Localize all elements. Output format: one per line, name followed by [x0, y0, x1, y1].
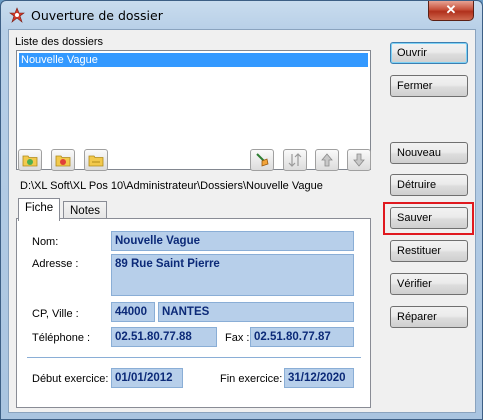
- folder-add-button[interactable]: [18, 149, 42, 171]
- app-icon: [9, 7, 25, 23]
- telephone-field[interactable]: 02.51.80.77.88: [111, 327, 217, 347]
- arrow-down-icon: [353, 153, 365, 167]
- sort-icon: [288, 153, 302, 167]
- fax-field[interactable]: 02.51.80.77.87: [250, 327, 354, 347]
- tab-fiche-label: Fiche: [25, 202, 54, 214]
- fiche-panel: Nom: Nouvelle Vague Adresse : 89 Rue Sai…: [16, 218, 371, 408]
- fin-exercice-field[interactable]: 31/12/2020: [284, 368, 354, 388]
- nom-label: Nom:: [32, 236, 59, 248]
- arrow-up-icon: [321, 153, 333, 167]
- cp-field[interactable]: 44000: [111, 302, 155, 322]
- folder-path: D:\XL Soft\XL Pos 10\Administrateur\Doss…: [20, 180, 323, 192]
- broom-icon: [256, 153, 269, 167]
- folder-open-icon: [88, 155, 104, 167]
- move-up-button[interactable]: [315, 149, 339, 171]
- restituer-button[interactable]: Restituer: [390, 240, 468, 262]
- ouvrir-button[interactable]: Ouvrir: [390, 42, 468, 64]
- dialog-window: Ouverture de dossier ✕ Liste des dossier…: [0, 0, 483, 420]
- fermer-button[interactable]: Fermer: [390, 75, 468, 97]
- nom-field[interactable]: Nouvelle Vague: [111, 231, 354, 251]
- close-button[interactable]: ✕: [428, 1, 474, 21]
- tab-fiche[interactable]: Fiche: [18, 198, 61, 221]
- cp-ville-label: CP, Ville :: [32, 308, 79, 320]
- sort-button[interactable]: [283, 149, 307, 171]
- list-label: Liste des dossiers: [15, 36, 104, 48]
- folder-remove-icon: [55, 155, 71, 167]
- adresse-label: Adresse :: [32, 258, 79, 270]
- folder-add-icon: [22, 155, 38, 167]
- verifier-button[interactable]: Vérifier: [390, 273, 468, 295]
- window-title: Ouverture de dossier: [31, 8, 163, 23]
- debut-exercice-label: Début exercice:: [32, 373, 109, 385]
- title-bar[interactable]: Ouverture de dossier ✕: [1, 1, 482, 29]
- adresse-field[interactable]: 89 Rue Saint Pierre: [111, 254, 354, 296]
- list-item[interactable]: Nouvelle Vague: [19, 53, 368, 67]
- folder-open-button[interactable]: [84, 149, 108, 171]
- nouveau-button[interactable]: Nouveau: [390, 142, 468, 164]
- close-icon: ✕: [445, 2, 457, 17]
- form-separator: [27, 357, 361, 358]
- ville-field[interactable]: NANTES: [158, 302, 354, 322]
- fin-exercice-label: Fin exercice:: [220, 373, 283, 385]
- move-down-button[interactable]: [347, 149, 371, 171]
- fax-label: Fax :: [225, 332, 250, 344]
- debut-exercice-field[interactable]: 01/01/2012: [111, 368, 183, 388]
- folder-remove-button[interactable]: [51, 149, 75, 171]
- tab-notes-label: Notes: [70, 205, 101, 217]
- reparer-button[interactable]: Réparer: [390, 306, 468, 328]
- highlight-box: [383, 202, 474, 235]
- clean-button[interactable]: [250, 149, 274, 171]
- telephone-label: Téléphone :: [32, 332, 91, 344]
- detruire-button[interactable]: Détruire: [390, 174, 468, 196]
